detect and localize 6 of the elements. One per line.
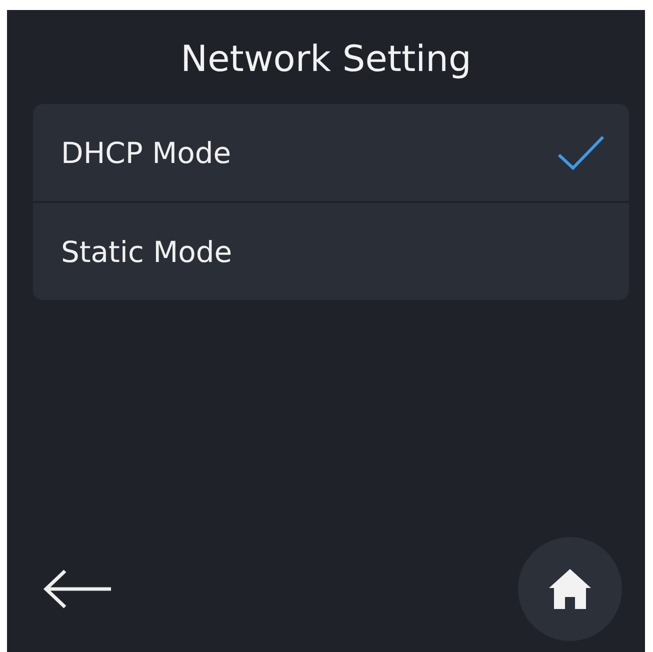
mode-option[interactable]: DHCP Mode [33, 104, 629, 201]
back-button[interactable] [43, 569, 113, 609]
checkmark-icon [557, 134, 605, 170]
mode-option[interactable]: Static Mode [33, 201, 629, 300]
page-title: Network Setting [180, 38, 472, 82]
home-icon [548, 568, 592, 610]
